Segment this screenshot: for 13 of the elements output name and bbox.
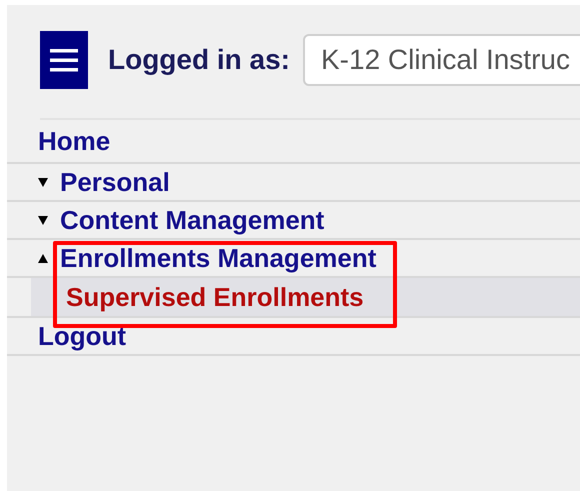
menu-link[interactable]: Logout [38, 320, 126, 352]
logged-in-label: Logged in as: [108, 44, 290, 76]
menu-button[interactable] [40, 31, 88, 89]
menu-group-link[interactable]: Content Management [60, 204, 324, 236]
triangle-down-icon[interactable] [38, 178, 48, 186]
triangle-up-icon[interactable] [38, 254, 48, 262]
submenu-item[interactable]: Supervised Enrollments [31, 278, 580, 316]
triangle-down-icon[interactable] [38, 216, 48, 224]
role-field[interactable]: K-12 Clinical Instruc [303, 34, 580, 86]
menu-group-link[interactable]: Personal [60, 166, 170, 198]
menu-group-link[interactable]: Enrollments Management [60, 242, 376, 274]
menu-icon [50, 48, 78, 72]
menu-link[interactable]: Home [38, 126, 110, 156]
